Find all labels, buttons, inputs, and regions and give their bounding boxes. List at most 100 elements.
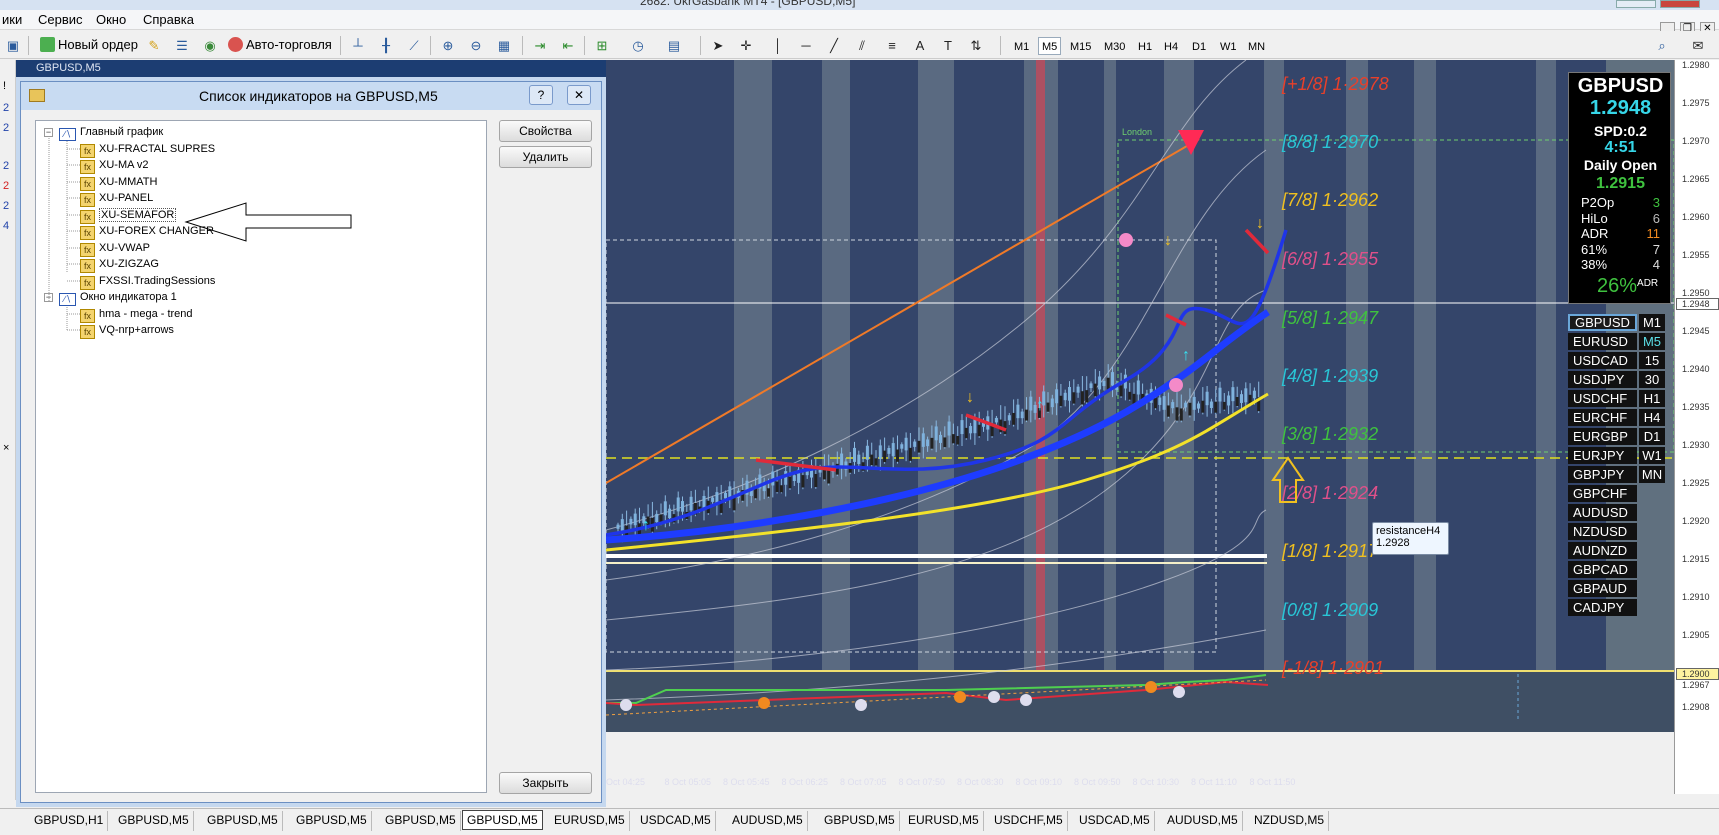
templates-icon[interactable]: ▤ — [666, 38, 682, 53]
auto-trading-button[interactable]: Авто-торговля — [228, 36, 332, 54]
auto-scroll-icon[interactable]: ⇥ — [532, 38, 548, 53]
chart-tab[interactable]: GBPUSD,M5 — [462, 810, 543, 830]
text-label-icon[interactable]: T — [940, 38, 956, 53]
navigator-icon[interactable]: ☰ — [174, 38, 190, 53]
symbol-button-nzdusd[interactable]: NZDUSD — [1568, 523, 1637, 540]
symbol-button-audusd[interactable]: AUDUSD — [1568, 504, 1637, 521]
close-button[interactable]: Закрыть — [499, 772, 592, 794]
tree-item-indicator[interactable]: fx hma - mega - trend — [80, 306, 193, 324]
periods-icon[interactable]: ◷ — [630, 38, 646, 53]
chart-tab[interactable]: GBPUSD,M5 — [114, 811, 194, 831]
symbol-timeframe-h1[interactable]: H1 — [1639, 390, 1665, 407]
chart-tab[interactable]: EURUSD,M5 — [904, 811, 984, 831]
symbol-button-gbpcad[interactable]: GBPCAD — [1568, 561, 1637, 578]
zoom-out-icon[interactable]: ⊖ — [468, 38, 484, 53]
symbol-timeframe-15[interactable]: 15 — [1639, 352, 1665, 369]
horizontal-line-icon[interactable]: ─ — [798, 38, 814, 53]
menu-tools-partial[interactable]: ики — [2, 12, 22, 27]
line-chart-icon[interactable]: ⟋ — [406, 38, 422, 53]
chart-tab[interactable]: GBPUSD,M5 — [203, 811, 283, 831]
new-order-button[interactable]: Новый ордер — [40, 36, 138, 54]
trendline-icon[interactable]: ╱ — [826, 38, 842, 53]
symbol-button-eurchf[interactable]: EURCHF — [1568, 409, 1637, 426]
symbol-button-eurusd[interactable]: EURUSD — [1568, 333, 1637, 350]
chart-tab[interactable]: AUDUSD,M5 — [728, 811, 808, 831]
chart-tab[interactable]: GBPUSD,M5 — [820, 811, 900, 831]
signal-icon[interactable]: ◉ — [202, 38, 218, 53]
symbol-button-gbpchf[interactable]: GBPCHF — [1568, 485, 1637, 502]
symbol-timeframe-mn[interactable]: MN — [1639, 466, 1665, 483]
timeframe-m15[interactable]: M15 — [1066, 37, 1095, 55]
vertical-line-icon[interactable]: │ — [770, 38, 786, 53]
zoom-in-icon[interactable]: ⊕ — [440, 38, 456, 53]
chart-tab[interactable]: USDCHF,M5 — [990, 811, 1068, 831]
chart-tab[interactable]: AUDUSD,M5 — [1163, 811, 1243, 831]
chart-tab[interactable]: GBPUSD,M5 — [381, 811, 461, 831]
symbol-button-cadjpy[interactable]: CADJPY — [1568, 599, 1637, 616]
chart-tab[interactable]: GBPUSD,H1 — [30, 811, 109, 831]
symbol-timeframe-h4[interactable]: H4 — [1639, 409, 1665, 426]
chart-window-icon[interactable]: ▣ — [5, 38, 21, 53]
symbol-button-audnzd[interactable]: AUDNZD — [1568, 542, 1637, 559]
menu-service[interactable]: Сервис — [38, 12, 83, 27]
chart-shift-icon[interactable]: ⇤ — [560, 38, 576, 53]
bar-chart-icon[interactable]: ┴ — [350, 38, 366, 53]
symbol-button-usdcad[interactable]: USDCAD — [1568, 352, 1637, 369]
timeframe-h1[interactable]: H1 — [1134, 37, 1156, 55]
minimize-button[interactable] — [1616, 0, 1656, 8]
timeframe-m30[interactable]: M30 — [1100, 37, 1129, 55]
indicator-tree[interactable]: − ∕∖ Главный график fx XU-FRACTAL SUPRES fx XU… — [35, 120, 487, 793]
text-icon[interactable]: A — [912, 38, 928, 53]
timeframe-d1[interactable]: D1 — [1188, 37, 1210, 55]
strip-close-icon[interactable]: × — [3, 442, 9, 454]
symbol-button-gbpjpy[interactable]: GBPJPY — [1568, 466, 1637, 483]
chart-tab[interactable]: GBPUSD,M5 — [292, 811, 372, 831]
chart-tab[interactable]: NZDUSD,M5 — [1250, 811, 1330, 831]
symbol-timeframe-w1[interactable]: W1 — [1639, 447, 1665, 464]
indicators-icon[interactable]: ⊞ — [594, 38, 610, 53]
symbol-button-eurgbp[interactable]: EURGBP — [1568, 428, 1637, 445]
tree-item-indicator[interactable]: fx FXSSI.TradingSessions — [80, 273, 215, 291]
timeframe-m1[interactable]: M1 — [1010, 37, 1033, 55]
tree-item-indicator[interactable]: fx XU-FRACTAL SUPRES — [80, 141, 215, 159]
fibonacci-icon[interactable]: ≡ — [884, 38, 900, 53]
menu-help[interactable]: Справка — [143, 12, 194, 27]
timeframe-m5[interactable]: M5 — [1038, 37, 1062, 55]
close-window-button[interactable] — [1660, 0, 1700, 8]
channel-icon[interactable]: ⫽ — [854, 38, 870, 53]
symbol-timeframe-30[interactable]: 30 — [1639, 371, 1665, 388]
timeframe-w1[interactable]: W1 — [1216, 37, 1241, 55]
chat-icon[interactable]: ✉ — [1690, 38, 1706, 53]
chart-tab[interactable]: USDCAD,M5 — [1075, 811, 1155, 831]
symbol-button-gbpusd[interactable]: GBPUSD — [1568, 314, 1637, 331]
time-tick: 8 Oct 11:10 — [1191, 777, 1237, 787]
timeframe-h4[interactable]: H4 — [1160, 37, 1182, 55]
chart-tab[interactable]: USDCAD,M5 — [636, 811, 716, 831]
properties-button[interactable]: Свойства — [499, 120, 592, 142]
candle-body — [994, 417, 998, 423]
symbol-button-usdjpy[interactable]: USDJPY — [1568, 371, 1637, 388]
tree-item-indicator[interactable]: fx XU-FOREX CHANGER — [80, 223, 214, 241]
dialog-help-button[interactable]: ? — [529, 85, 553, 105]
symbol-timeframe-d1[interactable]: D1 — [1639, 428, 1665, 445]
pencil-icon[interactable]: ✎ — [146, 38, 162, 53]
price-scale[interactable]: 1.2980 1.2975 1.2970 1.2965 1.2960 1.2955 1.29… — [1674, 60, 1719, 794]
cursor-icon[interactable]: ➤ — [710, 38, 726, 53]
timeframe-mn[interactable]: MN — [1244, 37, 1269, 55]
search-icon[interactable]: ⌕ — [1654, 38, 1670, 53]
symbol-button-eurjpy[interactable]: EURJPY — [1568, 447, 1637, 464]
symbol-button-gbpaud[interactable]: GBPAUD — [1568, 580, 1637, 597]
candle-chart-icon[interactable]: ╂ — [378, 38, 394, 53]
price-chart[interactable]: London ↓ ↓ ↓ ↑ ↑ ↑ [+1/8] 1·2978 [8/8] 1·2970 [7/… — [606, 60, 1674, 732]
symbol-timeframe-m1[interactable]: M1 — [1639, 314, 1665, 331]
symbol-button-usdchf[interactable]: USDCHF — [1568, 390, 1637, 407]
delete-button[interactable]: Удалить — [499, 146, 592, 168]
candle-body — [1029, 396, 1033, 411]
symbol-timeframe-m5[interactable]: M5 — [1639, 333, 1665, 350]
chart-tab[interactable]: EURUSD,M5 — [550, 811, 630, 831]
crosshair-icon[interactable]: ✛ — [738, 38, 754, 53]
tile-windows-icon[interactable]: ▦ — [496, 38, 512, 53]
dialog-close-icon[interactable]: ✕ — [567, 85, 591, 105]
arrows-icon[interactable]: ⇅ — [968, 38, 984, 53]
menu-window[interactable]: Окно — [96, 12, 126, 27]
